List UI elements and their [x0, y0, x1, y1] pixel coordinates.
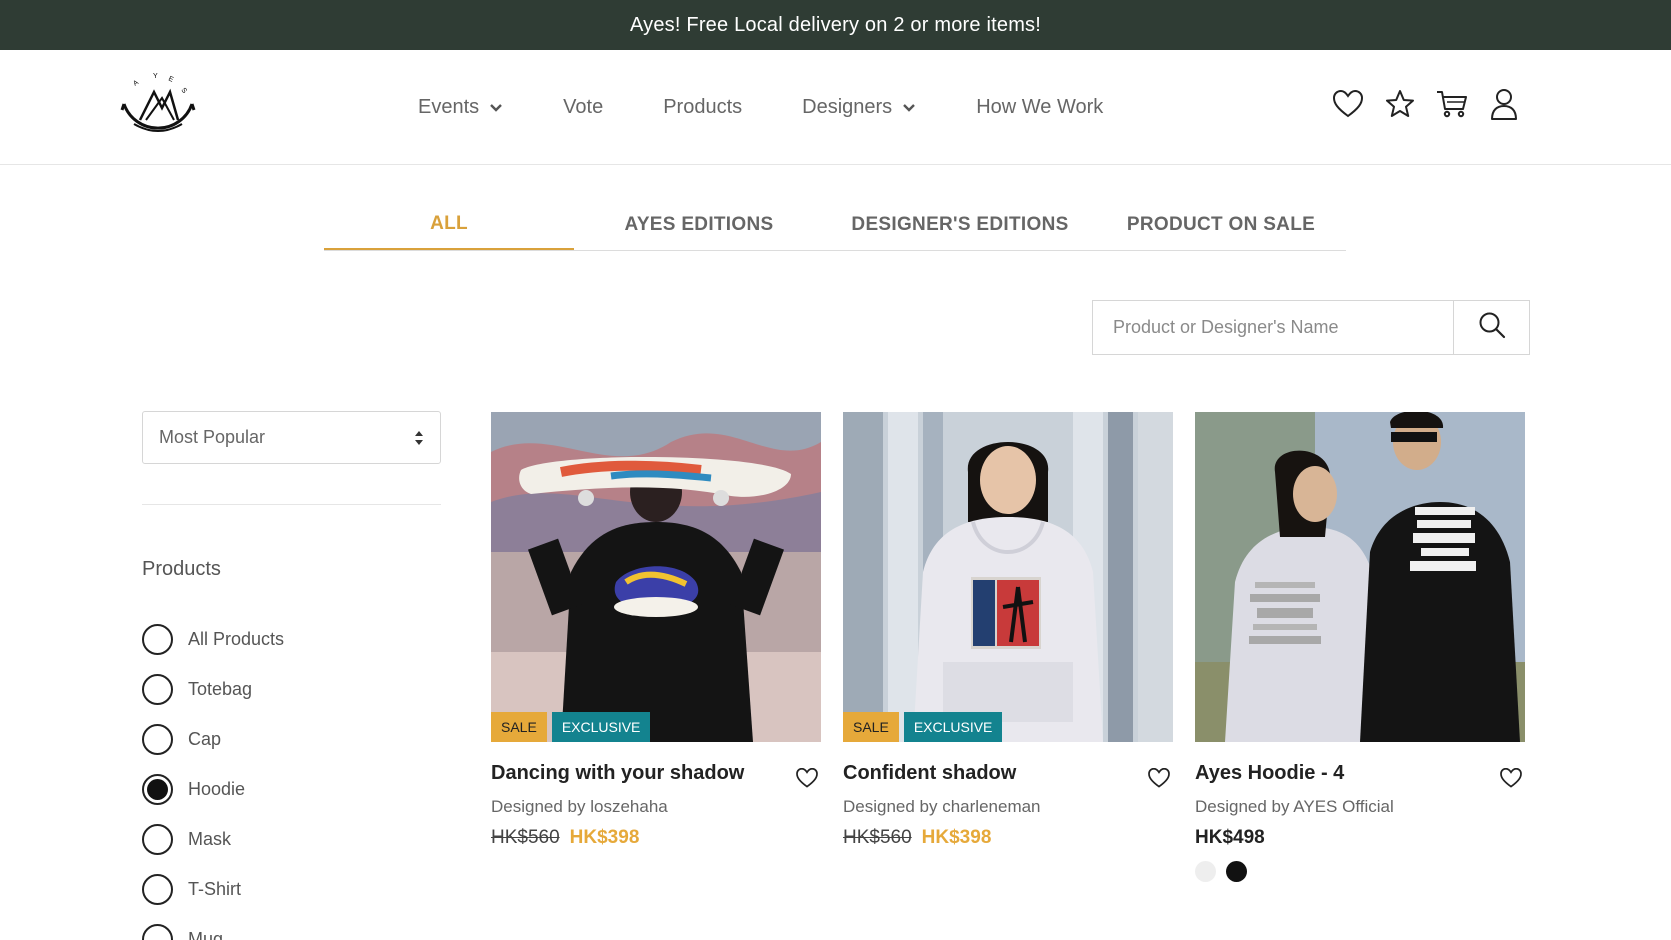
tab-ayes-editions[interactable]: AYES EDITIONS: [574, 200, 824, 250]
product-price: HK$560 HK$398: [843, 827, 1173, 849]
search-icon: [1478, 311, 1506, 344]
radio-button[interactable]: [142, 623, 173, 655]
radio-button[interactable]: [142, 873, 173, 905]
cart-icon[interactable]: [1436, 88, 1468, 120]
nav-products-label: Products: [663, 96, 743, 118]
nav-designers-label: Designers: [802, 96, 893, 118]
color-swatch-black[interactable]: [1226, 861, 1247, 882]
product-card: SALE EXCLUSIVE Dancing with your shadow …: [491, 412, 821, 849]
product-price: HK$498: [1195, 827, 1525, 849]
heart-icon[interactable]: [1499, 766, 1523, 790]
product-designer: Designed by AYES Official: [1195, 797, 1394, 816]
promo-banner: Ayes! Free Local delivery on 2 or more i…: [0, 0, 1671, 50]
product-designer: Designed by charleneman: [843, 797, 1041, 816]
nav-how-we-work-label: How We Work: [976, 96, 1104, 118]
heart-icon[interactable]: [1332, 88, 1364, 120]
ayes-logo-icon: A Y E S: [120, 73, 196, 132]
original-price: HK$560: [843, 827, 912, 848]
product-badges: SALE EXCLUSIVE: [491, 712, 655, 742]
chevron-down-icon: [489, 103, 503, 113]
sort-selected-label: Most Popular: [159, 427, 266, 447]
sale-badge: SALE: [491, 712, 547, 742]
main-nav: Events Vote Products Designers How We Wo…: [418, 50, 1163, 165]
filter-option-all-products[interactable]: All Products: [142, 614, 284, 664]
header-actions: [1332, 88, 1540, 120]
product-price: HK$560 HK$398: [491, 827, 821, 849]
nav-events-label: Events: [418, 96, 480, 118]
heart-icon[interactable]: [795, 766, 819, 790]
nav-vote-label: Vote: [563, 96, 604, 118]
nav-vote[interactable]: Vote: [563, 96, 603, 119]
exclusive-badge: EXCLUSIVE: [903, 712, 1003, 742]
filter-title: Products: [142, 558, 221, 580]
svg-text:E: E: [167, 75, 174, 83]
radio-button[interactable]: [142, 923, 173, 940]
color-swatches: [1195, 861, 1525, 882]
original-price: HK$560: [491, 827, 560, 848]
product-card: Ayes Hoodie - 4 Designed by AYES Officia…: [1195, 412, 1525, 882]
filter-option-label: All Products: [188, 628, 285, 649]
filter-option-label: Mask: [188, 828, 232, 849]
tab-all[interactable]: ALL: [324, 200, 574, 250]
radio-button[interactable]: [142, 673, 173, 705]
filter-option-label: Hoodie: [188, 778, 246, 799]
radio-button-checked[interactable]: [142, 773, 173, 805]
promo-text: Ayes! Free Local delivery on 2 or more i…: [629, 13, 1042, 36]
svg-text:A: A: [132, 79, 140, 88]
color-swatch-white[interactable]: [1195, 861, 1216, 882]
product-designer: Designed by loszehaha: [491, 797, 668, 816]
ayes-logo[interactable]: A Y E S: [118, 68, 198, 148]
nav-products[interactable]: Products: [663, 96, 742, 119]
filter-option-label: Cap: [188, 728, 222, 749]
product-badges: SALE EXCLUSIVE: [843, 712, 1007, 742]
sale-badge: SALE: [843, 712, 899, 742]
product-image[interactable]: [1195, 412, 1525, 742]
filter-option-cap[interactable]: Cap: [142, 714, 284, 764]
product-image[interactable]: SALE EXCLUSIVE: [491, 412, 821, 742]
filter-option-label: Mug: [188, 928, 224, 940]
nav-designers[interactable]: Designers: [802, 96, 916, 119]
product-search: [1092, 300, 1530, 355]
filter-option-label: T-Shirt: [188, 878, 242, 899]
chevron-down-icon: [902, 103, 916, 113]
radio-button[interactable]: [142, 723, 173, 755]
sort-arrows-icon: [414, 430, 424, 446]
filter-option-t-shirt[interactable]: T-Shirt: [142, 864, 284, 914]
search-input[interactable]: [1092, 300, 1453, 355]
nav-how-we-work[interactable]: How We Work: [976, 96, 1103, 119]
search-button[interactable]: [1453, 300, 1530, 355]
sidebar-divider: [142, 504, 441, 505]
site-header: A Y E S Events Vote Products Designers H…: [0, 50, 1671, 165]
filter-option-mug[interactable]: Mug: [142, 914, 284, 940]
category-tabs: ALL AYES EDITIONS DESIGNER'S EDITIONS PR…: [324, 200, 1346, 251]
filter-option-hoodie[interactable]: Hoodie: [142, 764, 284, 814]
product-title[interactable]: Dancing with your shadow: [491, 762, 821, 785]
svg-text:Y: Y: [153, 73, 158, 80]
tab-product-on-sale[interactable]: PRODUCT ON SALE: [1096, 200, 1346, 250]
sale-price: HK$398: [921, 827, 992, 848]
tab-designers-editions[interactable]: DESIGNER'S EDITIONS: [824, 200, 1096, 250]
radio-button[interactable]: [142, 823, 173, 855]
filter-option-mask[interactable]: Mask: [142, 814, 284, 864]
filter-option-totebag[interactable]: Totebag: [142, 664, 284, 714]
svg-text:S: S: [179, 87, 188, 95]
product-title[interactable]: Confident shadow: [843, 762, 1173, 785]
sale-price: HK$398: [569, 827, 640, 848]
product-card: SALE EXCLUSIVE Confident shadow Designed…: [843, 412, 1173, 849]
user-icon[interactable]: [1488, 88, 1520, 120]
sort-select[interactable]: Most Popular: [142, 411, 441, 464]
product-title[interactable]: Ayes Hoodie - 4: [1195, 762, 1525, 785]
product-image[interactable]: SALE EXCLUSIVE: [843, 412, 1173, 742]
nav-events[interactable]: Events: [418, 96, 503, 119]
star-icon[interactable]: [1384, 88, 1416, 120]
regular-price: HK$498: [1195, 827, 1265, 848]
product-filter-list: All Products Totebag Cap Hoodie Mask T-S…: [142, 614, 284, 940]
filter-option-label: Totebag: [188, 678, 253, 699]
heart-icon[interactable]: [1147, 766, 1171, 790]
exclusive-badge: EXCLUSIVE: [551, 712, 651, 742]
